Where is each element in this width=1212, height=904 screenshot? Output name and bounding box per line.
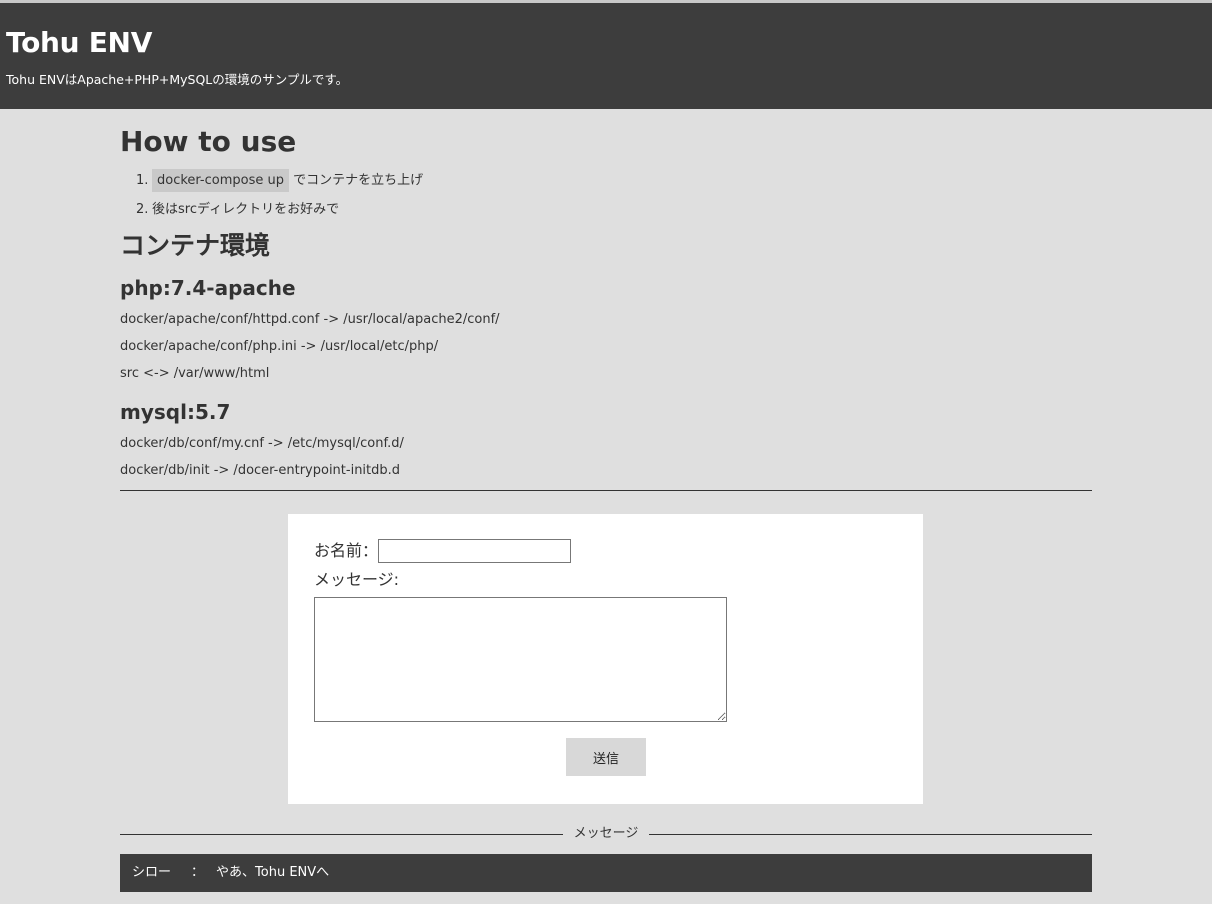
messages-divider-label: メッセージ	[563, 826, 649, 842]
env-heading: コンテナ環境	[120, 231, 271, 260]
step-number: 2.	[136, 202, 149, 217]
howto-steps: 1. docker-compose up でコンテナを立ち上げ 2. 後はsrc…	[120, 167, 1092, 225]
message-label: メッセージ:	[314, 570, 400, 589]
message-form: お名前： メッセージ: 送信	[288, 514, 923, 804]
path-mapping: docker/apache/conf/php.ini -> /usr/local…	[120, 339, 439, 354]
name-row: お名前：	[314, 539, 897, 563]
step-number: 1.	[136, 173, 149, 188]
path-mapping: docker/apache/conf/httpd.conf -> /usr/lo…	[120, 312, 500, 327]
howto-step-2: 2. 後はsrcディレクトリをお好みで	[136, 196, 1092, 225]
name-label: お名前：	[314, 541, 379, 560]
path-mapping: src <-> /var/www/html	[120, 366, 270, 381]
submit-button[interactable]: 送信	[566, 738, 646, 776]
step-text: 後はsrcディレクトリをお好みで	[152, 202, 340, 217]
path-mapping: docker/db/conf/my.cnf -> /etc/mysql/conf…	[120, 436, 404, 451]
site-subtitle: Tohu ENVはApache+PHP+MySQLの環境のサンプルです。	[6, 72, 349, 87]
php-heading: php:7.4-apache	[120, 276, 296, 300]
name-input[interactable]	[378, 539, 572, 563]
path-mapping: docker/db/init -> /docer-entrypoint-init…	[120, 463, 401, 478]
message-list: シロー ： やあ、Tohu ENVへ	[120, 854, 1092, 892]
messages-divider: メッセージ	[120, 826, 1092, 842]
site-header: Tohu ENV Tohu ENVはApache+PHP+MySQLの環境のサン…	[0, 3, 1212, 109]
mysql-heading: mysql:5.7	[120, 400, 231, 424]
section-divider	[120, 490, 1092, 491]
mysql-paths: docker/db/conf/my.cnf -> /etc/mysql/conf…	[120, 430, 1092, 484]
howto-step-1: 1. docker-compose up でコンテナを立ち上げ	[136, 167, 1092, 196]
step-text: でコンテナを立ち上げ	[293, 173, 424, 188]
howto-heading: How to use	[120, 125, 297, 158]
main-content: How to use 1. docker-compose up でコンテナを立ち…	[120, 125, 1092, 892]
php-paths: docker/apache/conf/httpd.conf -> /usr/lo…	[120, 306, 1092, 387]
message-item: シロー ： やあ、Tohu ENVへ	[120, 854, 1092, 892]
message-textarea[interactable]	[314, 597, 727, 722]
message-author: シロー	[132, 865, 172, 880]
message-text: やあ、Tohu ENVへ	[216, 865, 330, 880]
message-separator: ：	[191, 865, 205, 880]
code-snippet: docker-compose up	[152, 169, 289, 192]
site-title: Tohu ENV	[6, 26, 153, 59]
